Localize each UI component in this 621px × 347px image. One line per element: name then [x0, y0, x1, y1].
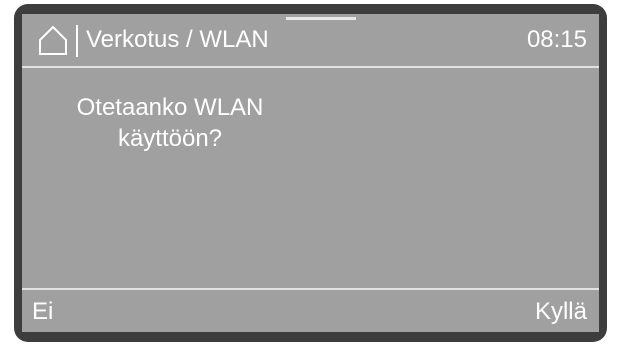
no-button[interactable]: Ei [32, 296, 53, 328]
footer-separator-line [22, 288, 599, 290]
home-icon[interactable] [36, 23, 70, 57]
scroll-indicator [286, 17, 356, 20]
display-screen: Verkotus / WLAN 08:15 Otetaanko WLAN käy… [22, 14, 599, 332]
header-separator-line [22, 66, 599, 68]
clock-time: 08:15 [526, 26, 587, 53]
device-bezel: Verkotus / WLAN 08:15 Otetaanko WLAN käy… [14, 4, 607, 342]
header-bar: Verkotus / WLAN 08:15 [22, 14, 599, 70]
breadcrumb: Verkotus / WLAN [86, 26, 269, 53]
dialog-question: Otetaanko WLAN käyttöön? [76, 94, 264, 152]
header-divider [76, 25, 78, 57]
yes-button[interactable]: Kyllä [535, 296, 587, 328]
